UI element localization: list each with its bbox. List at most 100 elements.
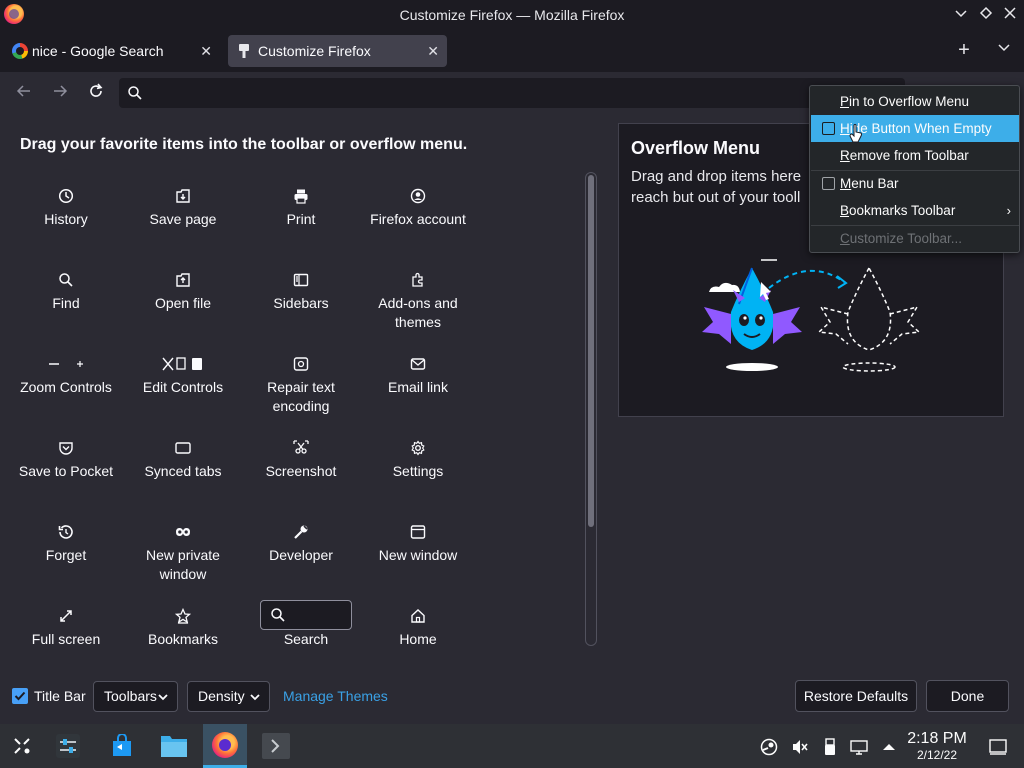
menu-bar-checkbox[interactable] (822, 177, 835, 190)
tab-label: nice - Google Search (32, 43, 164, 59)
addons-icon (412, 272, 423, 287)
chevron-up-icon[interactable] (880, 738, 898, 756)
palette-item-label: Open file (154, 295, 212, 311)
menu-item-menu-bar[interactable]: Menu Bar (811, 170, 1019, 197)
network-wired-icon[interactable] (850, 738, 868, 756)
back-button[interactable] (13, 82, 35, 104)
terminal-button[interactable] (254, 724, 298, 768)
find-icon (59, 273, 73, 287)
palette-item-search[interactable]: Search (251, 608, 361, 648)
new-tab-button[interactable]: + (954, 40, 974, 60)
close-window-icon[interactable] (1002, 6, 1018, 22)
launcher-icon (14, 738, 30, 754)
tab-close-icon[interactable]: ✕ (427, 35, 439, 67)
minimize-icon[interactable] (953, 6, 969, 22)
palette-item-find[interactable]: Find (11, 272, 121, 313)
clock[interactable]: 2:18 PM 2/12/22 (900, 730, 974, 762)
paintbrush-icon (239, 44, 249, 58)
palette-item-repair-text-encoding[interactable]: Repair text encoding (246, 356, 356, 416)
palette-item-label: Search (283, 631, 329, 647)
reload-button[interactable] (85, 82, 107, 104)
scrollbar-thumb[interactable] (588, 175, 594, 527)
steam-icon[interactable] (760, 738, 778, 756)
account-icon (410, 188, 426, 204)
palette-item-home[interactable]: Home (363, 608, 473, 648)
palette-item-new-window[interactable]: New window (363, 524, 473, 565)
menu-item-pin-to-overflow[interactable]: Pin to Overflow Menu (811, 88, 1019, 115)
palette-item-label: Sidebars (273, 295, 329, 311)
restore-defaults-button[interactable]: Restore Defaults (795, 680, 917, 712)
window-title: Customize Firefox — Mozilla Firefox (399, 7, 625, 23)
palette-item-sidebars[interactable]: Sidebars (246, 272, 356, 313)
density-dropdown[interactable]: Density (187, 681, 270, 712)
palette-item-print[interactable]: Print (246, 188, 356, 229)
forward-button[interactable] (49, 82, 71, 104)
done-button[interactable]: Done (926, 680, 1009, 712)
menu-item-remove-from-toolbar[interactable]: Remove from Toolbar (811, 142, 1019, 169)
palette-item-history[interactable]: History (11, 188, 121, 229)
system-settings-button[interactable] (46, 724, 90, 768)
palette-item-label: Repair text encoding (267, 379, 335, 414)
title-bar-label[interactable]: Title Bar (34, 688, 86, 704)
menu-item-hide-button-when-empty[interactable]: Hide Button When Empty (811, 115, 1019, 142)
palette-item-label: Full screen (31, 631, 101, 647)
palette-item-save-to-pocket[interactable]: Save to Pocket (11, 440, 121, 481)
print-icon (294, 189, 308, 204)
palette-item-addons[interactable]: Add-ons and themes (363, 272, 473, 332)
toolbar-context-menu: Pin to Overflow Menu Hide Button When Em… (809, 85, 1020, 253)
accel-key: B (840, 203, 850, 218)
overflow-menu-title: Overflow Menu (631, 138, 761, 158)
palette-item-open-file[interactable]: Open file (128, 272, 238, 313)
list-all-tabs-button[interactable] (994, 40, 1014, 60)
menu-item-label: ide Button When Empty (849, 121, 992, 136)
tab-google-search[interactable]: nice - Google Search ✕ (2, 35, 220, 67)
toolbars-dropdown[interactable]: Toolbars (93, 681, 178, 712)
palette-item-new-private-window[interactable]: New private window (128, 524, 238, 584)
menu-item-customize-toolbar[interactable]: Customize Toolbar... (811, 225, 1019, 252)
hide-when-empty-checkbox[interactable] (822, 122, 835, 135)
palette-item-developer[interactable]: Developer (246, 524, 356, 565)
zoom-icon (49, 361, 83, 367)
maximize-icon[interactable] (978, 6, 994, 22)
menu-item-bookmarks-toolbar[interactable]: Bookmarks Toolbar › (811, 197, 1019, 224)
app-launcher-button[interactable] (0, 724, 44, 768)
palette-item-email-link[interactable]: Email link (363, 356, 473, 397)
palette-item-synced-tabs[interactable]: Synced tabs (128, 440, 238, 481)
reload-icon (90, 83, 103, 97)
palette-item-label: Find (52, 295, 80, 311)
palette-item-bookmarks[interactable]: Bookmarks (128, 608, 238, 648)
palette-item-label: New window (378, 547, 458, 563)
tab-customize-firefox[interactable]: Customize Firefox ✕ (228, 35, 447, 67)
palette-item-screenshot[interactable]: Screenshot (246, 440, 356, 481)
palette-item-zoom-controls[interactable]: Zoom Controls (11, 356, 121, 397)
tab-close-icon[interactable]: ✕ (200, 35, 212, 67)
title-bar-checkbox[interactable] (12, 688, 28, 704)
google-icon (12, 43, 28, 59)
palette-item-settings[interactable]: Settings (363, 440, 473, 481)
synced-tabs-icon (175, 442, 191, 454)
settings-icon (411, 440, 425, 456)
folder-icon (161, 736, 187, 757)
url-bar[interactable] (119, 78, 905, 108)
menu-item-label: enu Bar (851, 176, 899, 191)
show-desktop-icon[interactable] (989, 738, 1007, 756)
accel-key: C (840, 231, 850, 246)
palette-item-firefox-account[interactable]: Firefox account (363, 188, 473, 229)
firefox-taskbar-button[interactable] (203, 724, 247, 768)
palette-item-full-screen[interactable]: Full screen (11, 608, 121, 648)
file-manager-button[interactable] (152, 724, 196, 768)
tab-label: Customize Firefox (258, 43, 371, 59)
palette-scrollbar[interactable] (585, 172, 597, 646)
menu-item-label: in to Overflow Menu (849, 94, 970, 109)
palette-item-forget[interactable]: Forget (11, 524, 121, 565)
home-icon (411, 609, 425, 623)
volume-muted-icon[interactable] (791, 738, 809, 756)
usb-device-icon[interactable] (821, 738, 839, 756)
discover-store-button[interactable] (100, 724, 144, 768)
manage-themes-link[interactable]: Manage Themes (283, 688, 388, 704)
chevron-down-icon (250, 694, 260, 701)
window-titlebar: Customize Firefox — Mozilla Firefox (0, 0, 1024, 30)
palette-item-save-page[interactable]: Save page (128, 188, 238, 229)
new-window-icon (410, 525, 426, 539)
palette-item-edit-controls[interactable]: Edit Controls (128, 356, 238, 397)
